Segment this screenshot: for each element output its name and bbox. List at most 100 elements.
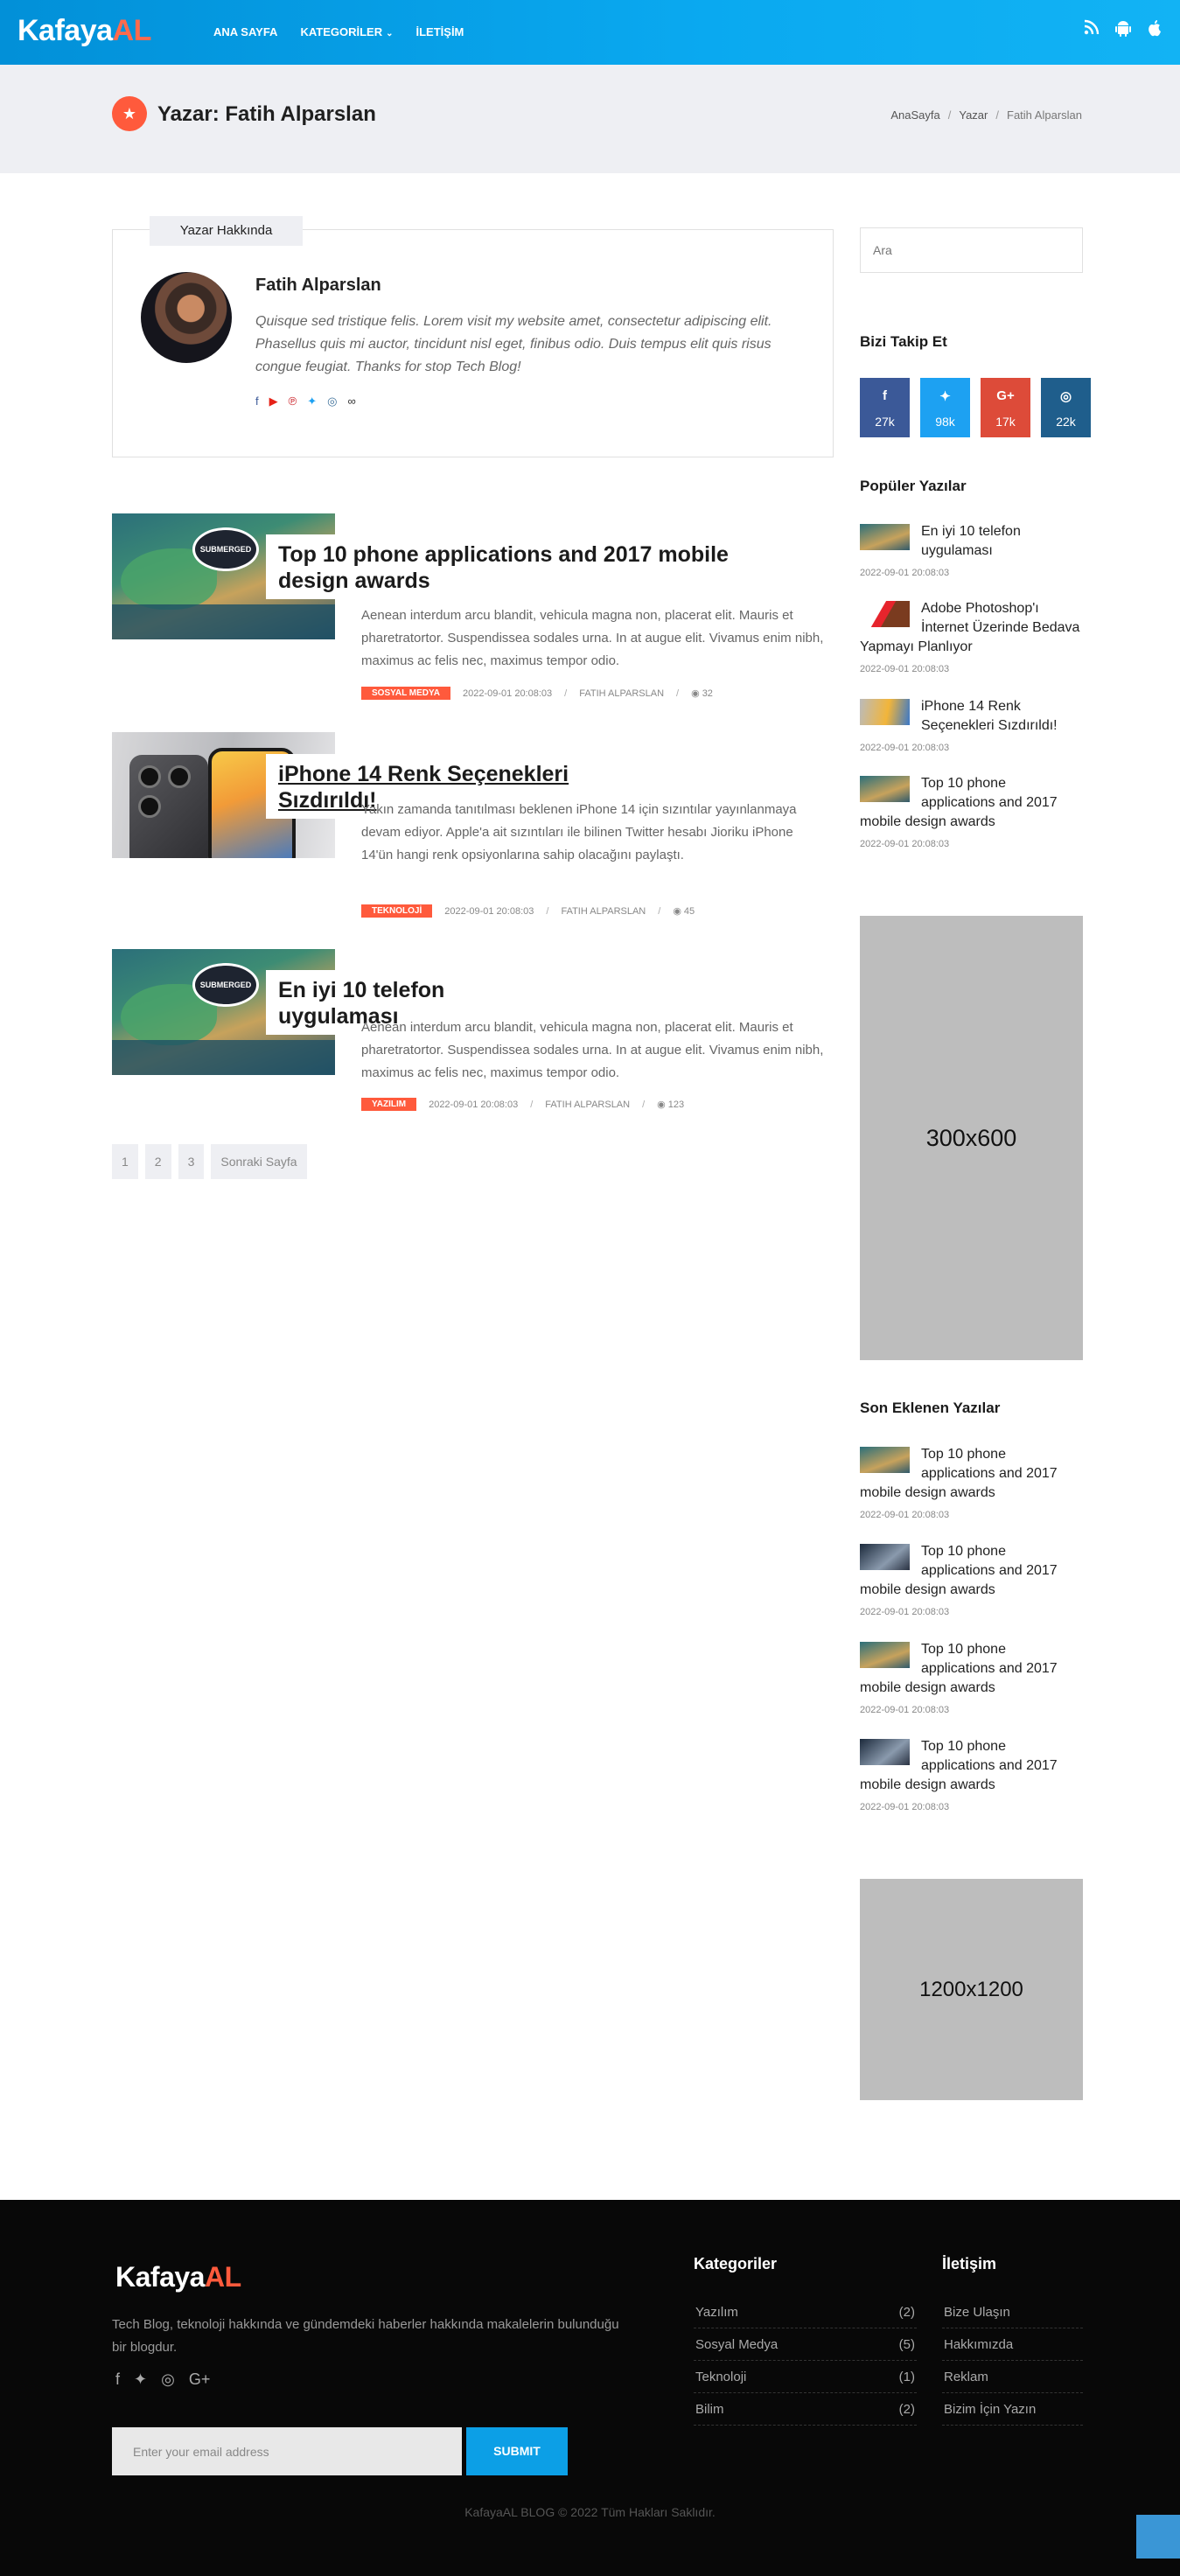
sidebar-search [860,227,1083,273]
footer-contact-link[interactable]: Hakkımızda [942,2328,1083,2361]
pagination: 1 2 3 Sonraki Sayfa [112,1144,307,1179]
post-author[interactable]: FATIH ALPARSLAN [545,1100,630,1110]
search-input[interactable] [861,228,1082,272]
header-icons [1082,19,1164,42]
post-meta: SOSYAL MEDYA 2022-09-01 20:08:03 / FATIH… [361,687,713,700]
popular-post[interactable]: En iyi 10 telefon uygulaması 2022-09-01 … [860,522,1083,578]
instagram-icon[interactable]: ◎ [161,2370,175,2389]
popular-post-date: 2022-09-01 20:08:03 [860,664,950,674]
category-count: (2) [898,2305,915,2320]
footer-category-link[interactable]: Yazılım (2) [694,2296,917,2328]
post-author[interactable]: FATIH ALPARSLAN [579,688,664,699]
site-logo[interactable]: KafayaAL [17,14,151,48]
category-count: (5) [898,2337,915,2352]
footer-category-link[interactable]: Sosyal Medya (5) [694,2328,917,2361]
category-badge[interactable]: YAZILIM [361,1098,417,1111]
scroll-to-top-button[interactable] [1136,2515,1180,2559]
android-icon[interactable] [1114,19,1133,42]
ad-placeholder-1200x1200[interactable]: 1200x1200 [860,1879,1083,2100]
facebook-icon: f [883,388,887,403]
footer-logo[interactable]: KafayaAL [115,2261,241,2293]
thumbnail-art [138,765,161,788]
footer-description: Tech Blog, teknoloji hakkında ve gündemd… [112,2317,619,2355]
google-plus-icon[interactable]: G+ [189,2370,211,2389]
page-link[interactable]: 2 [144,1144,171,1179]
footer-category-link[interactable]: Teknoloji (1) [694,2361,917,2393]
popular-post-date: 2022-09-01 20:08:03 [860,568,950,578]
footer-contact-link[interactable]: Bize Ulaşın [942,2296,1083,2328]
post-thumbnail [860,601,910,627]
avatar [141,272,232,363]
top-navbar: KafayaAL ANA SAYFA KATEGORİLER ⌄ İLETİŞİM [0,0,1180,65]
meta-separator: / [658,905,661,917]
recent-post[interactable]: Top 10 phone applications and 2017 mobil… [860,1542,1083,1617]
follow-google-plus-button[interactable]: G+ 17k [981,378,1030,437]
newsletter-submit-button[interactable]: SUBMIT [466,2427,568,2475]
popular-heading: Popüler Yazılar [860,478,967,494]
instagram-icon[interactable]: ◎ [327,394,337,408]
nav-contact[interactable]: İLETİŞİM [416,25,464,38]
site-footer: KafayaAL Tech Blog, teknoloji hakkında v… [0,2200,1180,2576]
newsletter-email-input[interactable] [112,2427,462,2475]
thumbnail-bubble: SUBMERGED [192,963,259,1007]
category-badge[interactable]: TEKNOLOJİ [361,904,433,918]
page-link[interactable]: 3 [178,1144,205,1179]
category-name: Bilim [695,2402,724,2417]
breadcrumb-section[interactable]: Yazar [959,108,988,122]
footer-contact-link[interactable]: Reklam [942,2361,1083,2393]
category-name: Sosyal Medya [695,2337,779,2352]
recent-post[interactable]: Top 10 phone applications and 2017 mobil… [860,1445,1083,1520]
nav-home[interactable]: ANA SAYFA [213,25,277,38]
post-excerpt: Aenean interdum arcu blandit, vehicula m… [361,1020,824,1080]
breadcrumb-sep: / [947,108,952,122]
recent-post-date: 2022-09-01 20:08:03 [860,1705,950,1715]
next-page-button[interactable]: Sonraki Sayfa [211,1144,307,1179]
ad-placeholder-300x600[interactable]: 300x600 [860,916,1083,1360]
footer-contact-link[interactable]: Bizim İçin Yazın [942,2393,1083,2426]
apple-icon[interactable] [1145,19,1164,42]
pinterest-icon[interactable]: ℗ [289,394,297,408]
recent-post[interactable]: Top 10 phone applications and 2017 mobil… [860,1640,1083,1715]
post-author[interactable]: FATIH ALPARSLAN [561,906,646,917]
category-count: (2) [898,2402,915,2417]
twitter-icon[interactable]: ✦ [307,394,317,408]
nav-categories[interactable]: KATEGORİLER ⌄ [300,25,393,38]
post-card: iPhone 14 Renk Seçenekleri Sızdırıldı! Y… [112,732,834,925]
follower-count: 17k [995,415,1016,429]
follow-buttons: f 27k ✦ 98k G+ 17k ◎ 22k [860,378,1091,437]
rss-icon[interactable] [1082,19,1101,42]
footer-social-links: f ✦ ◎ G+ [115,2370,210,2389]
popular-post-date: 2022-09-01 20:08:03 [860,743,950,753]
follow-instagram-button[interactable]: ◎ 22k [1041,378,1091,437]
category-badge[interactable]: SOSYAL MEDYA [361,687,450,700]
category-name: Yazılım [695,2305,738,2320]
post-card: SUBMERGED En iyi 10 telefon uygulaması A… [112,949,834,1115]
link-icon[interactable]: ∞ [347,394,355,408]
logo-main: Kafaya [17,14,113,47]
facebook-icon[interactable]: f [255,394,259,408]
copyright: KafayaAL BLOG © 2022 Tüm Hakları Saklıdı… [464,2505,716,2519]
facebook-icon[interactable]: f [115,2370,120,2389]
eye-icon: ◉ [673,906,681,917]
post-thumbnail [860,1447,910,1473]
popular-post[interactable]: Adobe Photoshop'ı İnternet Üzerinde Beda… [860,599,1083,674]
youtube-icon[interactable]: ▶ [269,394,278,408]
page-link[interactable]: 1 [112,1144,138,1179]
author-name[interactable]: Fatih Alparslan [255,276,381,296]
meta-separator: / [564,688,568,699]
logo-accent: AL [112,14,152,47]
recent-post[interactable]: Top 10 phone applications and 2017 mobil… [860,1737,1083,1812]
footer-category-link[interactable]: Bilim (2) [694,2393,917,2426]
breadcrumb-home[interactable]: AnaSayfa [890,108,939,122]
twitter-icon[interactable]: ✦ [134,2370,147,2389]
post-title[interactable]: Top 10 phone applications and 2017 mobil… [266,534,791,599]
popular-post[interactable]: iPhone 14 Renk Seçenekleri Sızdırıldı! 2… [860,697,1083,753]
thumbnail-art [112,604,335,639]
author-social-links: f ▶ ℗ ✦ ◎ ∞ [255,394,356,408]
post-meta: YAZILIM 2022-09-01 20:08:03 / FATIH ALPA… [361,1098,684,1111]
recent-post-date: 2022-09-01 20:08:03 [860,1607,950,1617]
follow-twitter-button[interactable]: ✦ 98k [920,378,970,437]
follow-facebook-button[interactable]: f 27k [860,378,910,437]
popular-post[interactable]: Top 10 phone applications and 2017 mobil… [860,774,1083,849]
twitter-icon: ✦ [939,389,951,404]
